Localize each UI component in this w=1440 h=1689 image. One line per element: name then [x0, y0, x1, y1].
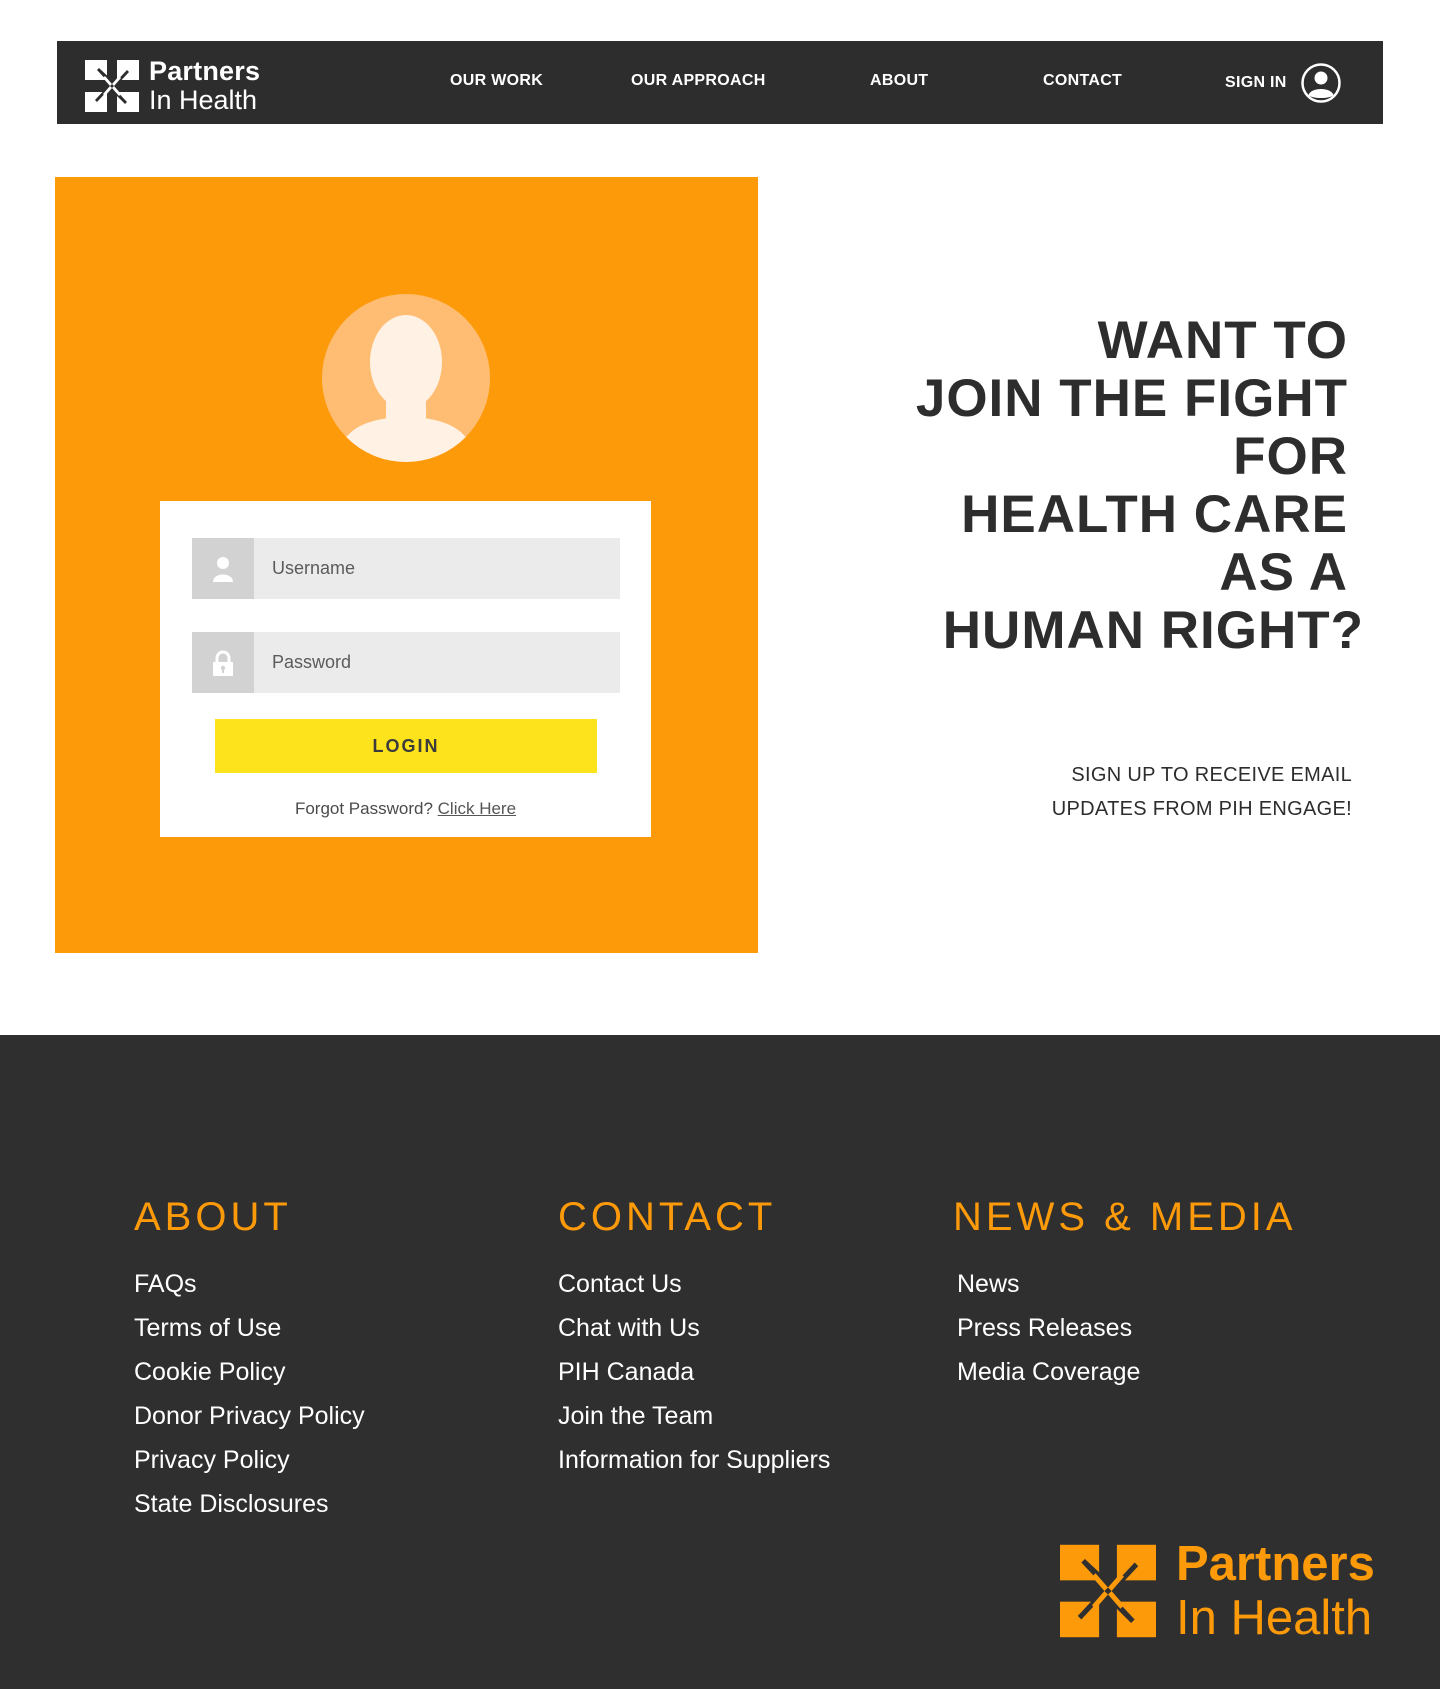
- footer-link[interactable]: News: [957, 1262, 1297, 1306]
- nav-item-our-approach[interactable]: OUR APPROACH: [631, 72, 766, 90]
- footer-link[interactable]: Chat with Us: [558, 1306, 830, 1350]
- sign-in-button[interactable]: SIGN IN: [1225, 63, 1341, 103]
- forgot-password-text: Forgot Password?: [294, 799, 433, 818]
- username-field: [192, 538, 620, 599]
- footer-column-contact: CONTACT Contact Us Chat with Us PIH Cana…: [558, 1195, 830, 1482]
- footer-link[interactable]: Press Releases: [957, 1306, 1297, 1350]
- footer-link[interactable]: Terms of Use: [134, 1306, 365, 1350]
- footer-link[interactable]: Contact Us: [558, 1262, 830, 1306]
- lock-icon: [213, 650, 233, 676]
- hero-headline: WANT TO JOIN THE FIGHT FOR HEALTH CARE A…: [788, 311, 1363, 660]
- headline-line: FOR: [1233, 427, 1348, 486]
- username-icon-box: [192, 538, 254, 599]
- user-icon: [213, 556, 233, 582]
- password-field: [192, 632, 620, 693]
- footer-link[interactable]: Privacy Policy: [134, 1438, 365, 1482]
- brand-name-line1: Partners: [1176, 1537, 1375, 1591]
- headline-line: HUMAN RIGHT?: [942, 601, 1364, 660]
- top-navbar: Partners In Health OUR WORK OUR APPROACH…: [57, 41, 1383, 124]
- footer-link[interactable]: State Disclosures: [134, 1482, 365, 1526]
- login-panel: LOGIN Forgot Password? Click Here: [55, 177, 758, 953]
- brand-name-line1: Partners: [149, 56, 261, 86]
- nav-item-our-work[interactable]: OUR WORK: [450, 72, 543, 90]
- footer-link[interactable]: FAQs: [134, 1262, 365, 1306]
- forgot-password-row: Forgot Password? Click Here: [160, 799, 651, 819]
- login-button[interactable]: LOGIN: [215, 719, 597, 773]
- footer-link[interactable]: PIH Canada: [558, 1350, 830, 1394]
- password-icon-box: [192, 632, 254, 693]
- headline-line: JOIN THE FIGHT: [915, 369, 1348, 428]
- forgot-password-link[interactable]: Click Here: [438, 799, 516, 818]
- hands-logo-icon: [85, 60, 139, 112]
- subline-line: SIGN UP TO RECEIVE EMAIL: [1071, 764, 1352, 786]
- footer-link[interactable]: Donor Privacy Policy: [134, 1394, 365, 1438]
- footer-brand-logo[interactable]: Partners In Health: [1060, 1537, 1375, 1645]
- username-input[interactable]: [254, 538, 620, 599]
- footer-column-news-media: NEWS & MEDIA News Press Releases Media C…: [953, 1195, 1297, 1394]
- headline-line: AS A: [1219, 543, 1348, 602]
- login-form: LOGIN Forgot Password? Click Here: [160, 501, 651, 837]
- headline-line: HEALTH CARE: [961, 485, 1348, 544]
- brand-logo[interactable]: Partners In Health: [85, 57, 260, 115]
- nav-item-contact[interactable]: CONTACT: [1043, 72, 1122, 90]
- brand-name-line2: In Health: [1176, 1591, 1373, 1645]
- footer-link[interactable]: Cookie Policy: [134, 1350, 365, 1394]
- footer-link[interactable]: Information for Suppliers: [558, 1438, 830, 1482]
- footer-brand-wordmark: Partners In Health: [1176, 1537, 1375, 1645]
- user-circle-icon: [1300, 63, 1341, 103]
- user-silhouette-icon: [322, 294, 490, 462]
- hero-subline: SIGN UP TO RECEIVE EMAIL UPDATES FROM PI…: [932, 758, 1352, 826]
- footer-link[interactable]: Media Coverage: [957, 1350, 1297, 1394]
- sign-in-label: SIGN IN: [1225, 74, 1287, 91]
- password-input[interactable]: [254, 632, 620, 693]
- footer-heading: CONTACT: [558, 1195, 777, 1239]
- headline-line: WANT TO: [1097, 311, 1348, 370]
- footer-column-about: ABOUT FAQs Terms of Use Cookie Policy Do…: [134, 1195, 365, 1526]
- hands-logo-icon: [1060, 1544, 1156, 1638]
- nav-item-about[interactable]: ABOUT: [870, 72, 928, 90]
- footer-link[interactable]: Join the Team: [558, 1394, 830, 1438]
- footer-heading: ABOUT: [134, 1195, 292, 1239]
- brand-name-line2: In Health: [149, 85, 258, 115]
- subline-line: UPDATES FROM PIH ENGAGE!: [1051, 798, 1352, 820]
- site-footer: ABOUT FAQs Terms of Use Cookie Policy Do…: [0, 1035, 1440, 1689]
- footer-heading: NEWS & MEDIA: [953, 1195, 1297, 1239]
- brand-wordmark: Partners In Health: [149, 57, 260, 115]
